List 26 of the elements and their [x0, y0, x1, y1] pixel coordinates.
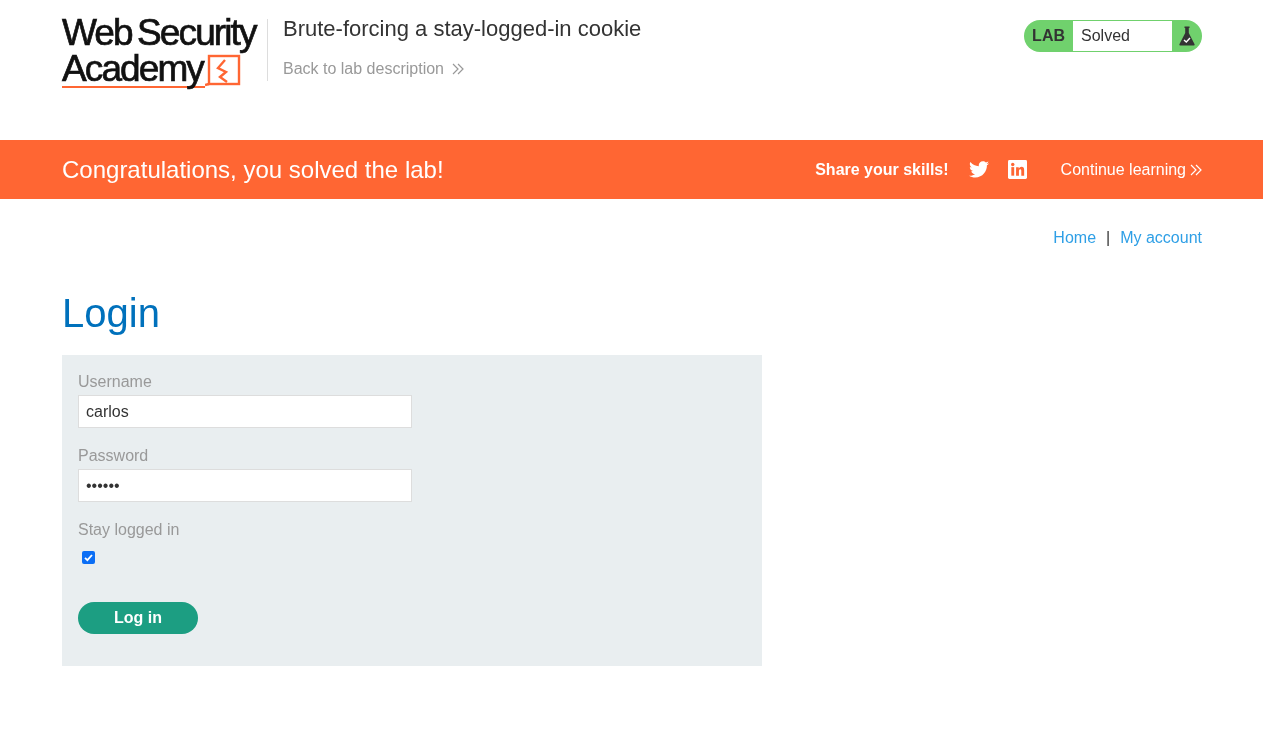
page-heading: Login [62, 290, 160, 336]
logo-text: Academy [62, 52, 205, 88]
nav-link[interactable]: Home [1053, 229, 1097, 247]
field-label: Username [78, 373, 152, 391]
checkbox[interactable] [82, 551, 95, 564]
logo-text: Web Security [62, 14, 258, 52]
bird-icon[interactable] [968, 161, 989, 178]
field-label: Password [78, 447, 149, 465]
input-field[interactable]: carlos [78, 395, 412, 428]
lab-status-text: Solved [1073, 21, 1172, 51]
badge-label: LAB [1031, 27, 1066, 45]
field-label: Stay logged in [78, 521, 180, 539]
banner-message: Congratulations, you solved the lab! [62, 155, 444, 184]
linkedin-icon[interactable] [1007, 160, 1027, 179]
login-button[interactable]: Log in [78, 602, 198, 634]
lab-title: Brute-forcing a stay-logged-in cookie [283, 16, 642, 42]
input-field[interactable]: •••••• [78, 469, 412, 502]
double-chevron-icon [452, 63, 464, 75]
back-link[interactable]: Back to lab description [283, 60, 642, 78]
nav-separator: | [1106, 229, 1111, 247]
flask-icon [1179, 26, 1195, 46]
nav-link[interactable]: My account [1120, 229, 1202, 247]
double-chevron-icon [1190, 163, 1202, 176]
continue-learning-link[interactable]: Continue learning [1060, 160, 1202, 179]
lightning-box-icon [204, 54, 241, 88]
share-label: Share your skills! [815, 160, 949, 179]
